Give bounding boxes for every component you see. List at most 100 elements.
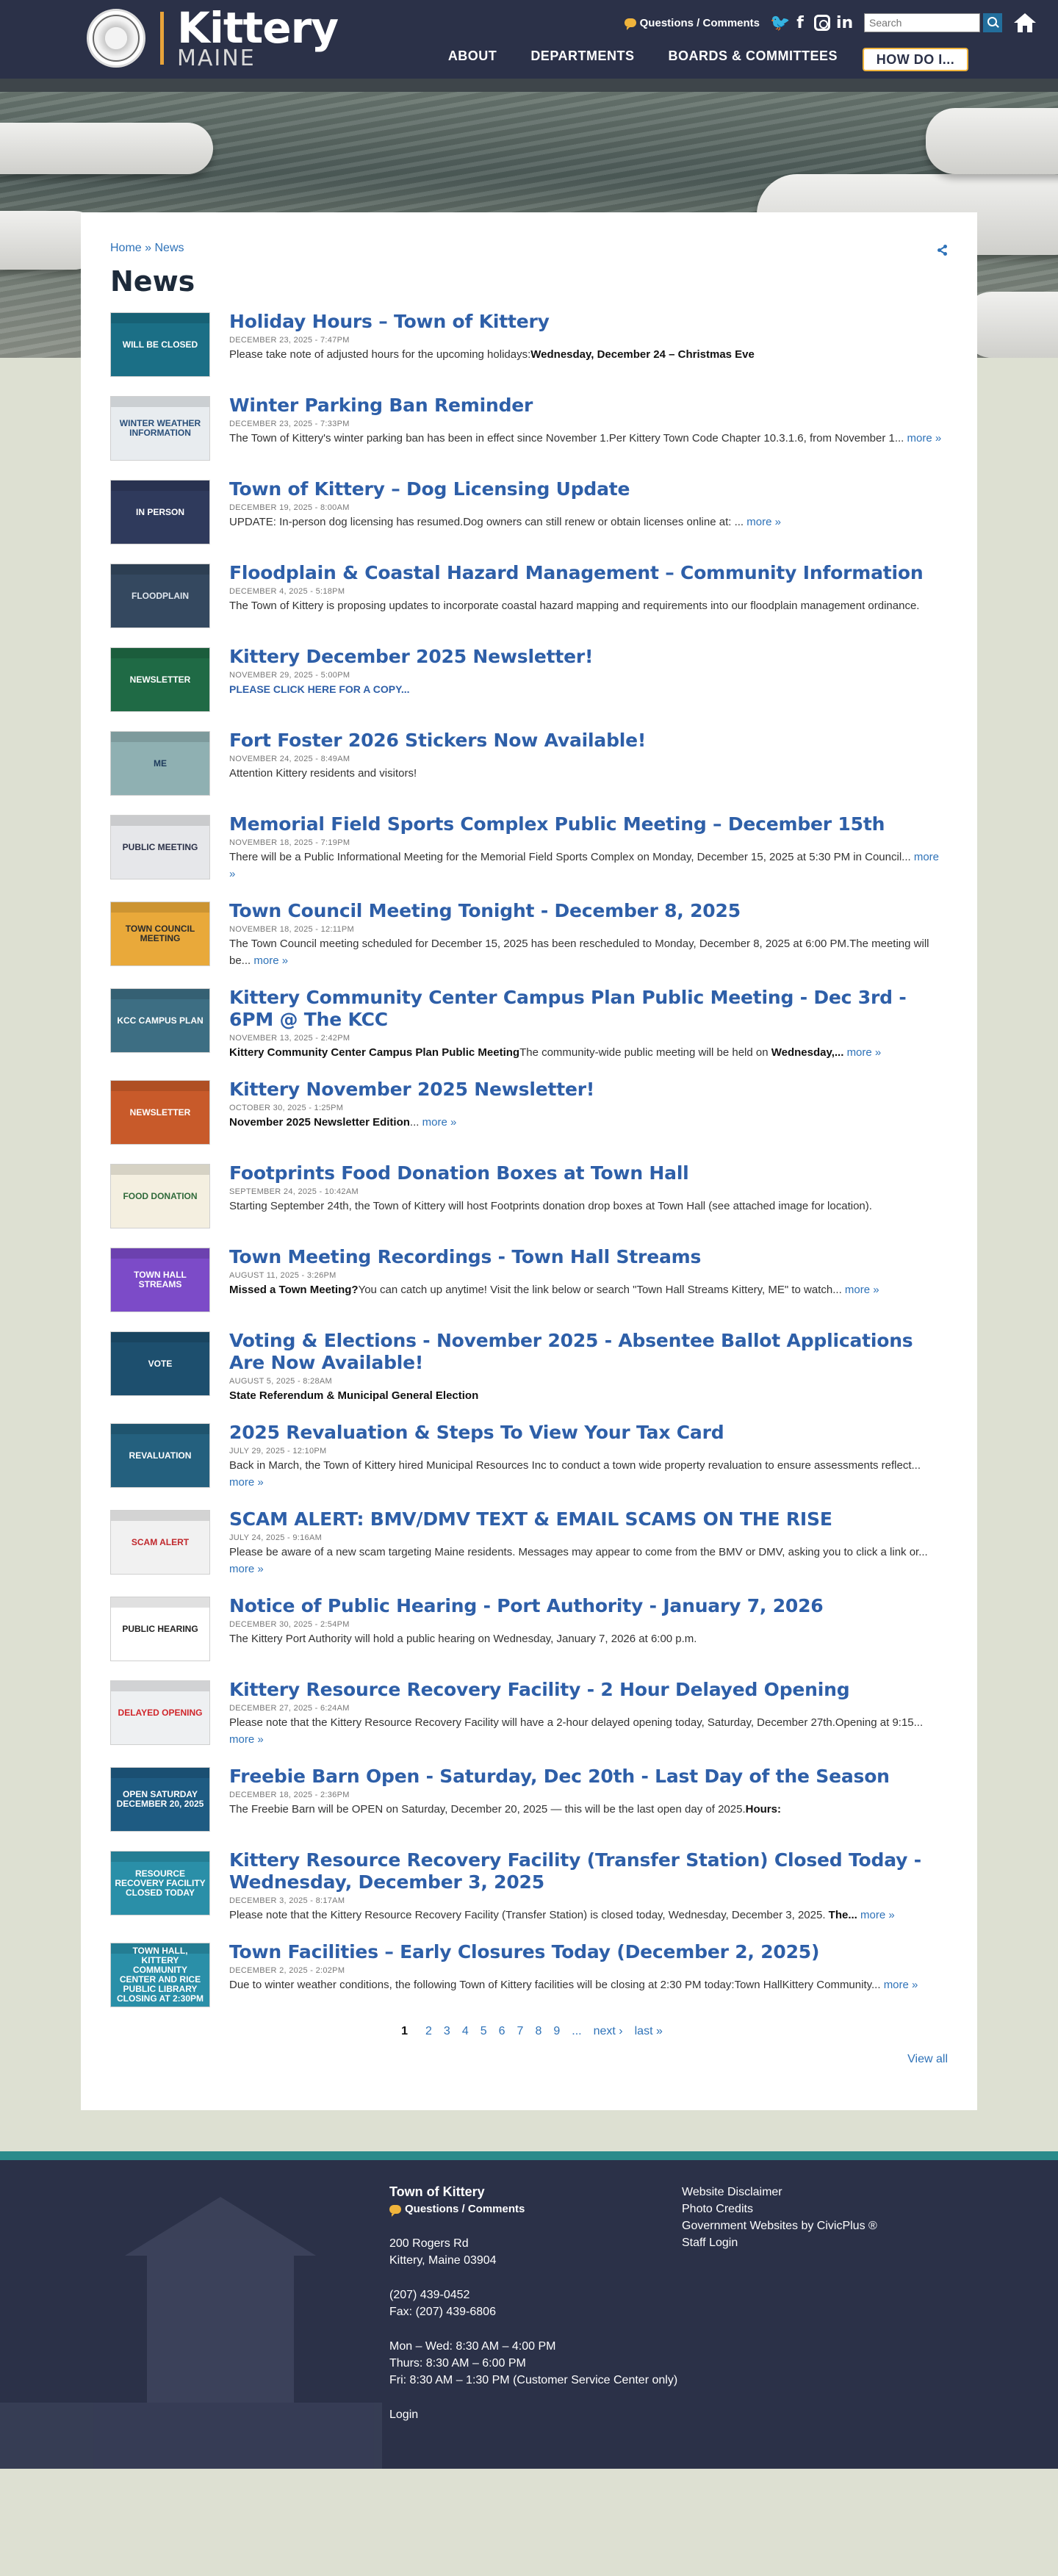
news-more-link[interactable]: more »	[229, 1476, 264, 1489]
news-summary: PLEASE CLICK HERE FOR A COPY...	[229, 681, 948, 698]
search-button[interactable]	[983, 13, 1002, 32]
news-summary: Please note that the Kittery Resource Re…	[229, 1907, 948, 1924]
nav-departments[interactable]: DEPARTMENTS	[530, 48, 634, 64]
facebook-icon[interactable]: f	[792, 14, 808, 32]
news-thumbnail[interactable]: NEWSLETTER	[110, 647, 210, 712]
news-title-link[interactable]: Town Council Meeting Tonight - December …	[229, 900, 948, 922]
news-thumbnail-label: FOOD DONATION	[123, 1190, 198, 1201]
page-link[interactable]: 3	[444, 2025, 450, 2037]
footer-login-link[interactable]: Login	[389, 2408, 418, 2421]
news-thumbnail[interactable]: VOTE	[110, 1331, 210, 1396]
news-title-link[interactable]: Footprints Food Donation Boxes at Town H…	[229, 1162, 948, 1184]
news-more-link[interactable]: more »	[847, 1046, 882, 1059]
news-more-link[interactable]: more »	[229, 1563, 264, 1575]
home-icon[interactable]	[1014, 13, 1036, 32]
footer-link-civicplus[interactable]: Government Websites by CivicPlus ®	[682, 2217, 877, 2234]
news-title-link[interactable]: Town Meeting Recordings - Town Hall Stre…	[229, 1246, 948, 1268]
how-do-i-button[interactable]: HOW DO I...	[863, 48, 968, 71]
news-title-link[interactable]: Town Facilities – Early Closures Today (…	[229, 1941, 948, 1963]
site-logo[interactable]: Kittery MAINE	[87, 7, 339, 70]
pager-last-link[interactable]: last »	[635, 2025, 663, 2037]
news-title-link[interactable]: Voting & Elections - November 2025 - Abs…	[229, 1330, 948, 1374]
news-thumbnail[interactable]: TOWN HALL STREAMS	[110, 1248, 210, 1312]
news-more-link[interactable]: more »	[746, 516, 781, 528]
questions-comments-link[interactable]: Questions / Comments	[624, 17, 760, 30]
news-title-link[interactable]: Town of Kittery – Dog Licensing Update	[229, 478, 948, 500]
page-link[interactable]: 4	[462, 2025, 469, 2037]
news-title-link[interactable]: Fort Foster 2026 Stickers Now Available!	[229, 730, 948, 752]
page-link[interactable]: 9	[553, 2025, 560, 2037]
news-title-link[interactable]: Winter Parking Ban Reminder	[229, 395, 948, 417]
news-summary-text: Attention Kittery residents and visitors…	[229, 767, 417, 780]
news-cta-link[interactable]: PLEASE CLICK HERE FOR A COPY...	[229, 683, 410, 695]
page-link[interactable]: 8	[535, 2025, 541, 2037]
footer-link-photo-credits[interactable]: Photo Credits	[682, 2201, 877, 2217]
news-title-link[interactable]: Kittery November 2025 Newsletter!	[229, 1079, 948, 1101]
news-summary: There will be a Public Informational Mee…	[229, 849, 948, 882]
news-thumbnail-label: SCAM ALERT	[131, 1536, 190, 1547]
news-thumbnail[interactable]: RESOURCE RECOVERY FACILITY CLOSED TODAY	[110, 1851, 210, 1915]
share-icon[interactable]	[938, 245, 948, 256]
news-thumbnail[interactable]: WINTER WEATHER INFORMATION	[110, 396, 210, 461]
news-title-link[interactable]: Kittery December 2025 Newsletter!	[229, 646, 948, 668]
news-title-link[interactable]: Memorial Field Sports Complex Public Mee…	[229, 813, 948, 835]
page-link[interactable]: 5	[481, 2025, 487, 2037]
news-summary-bold: Missed a Town Meeting?	[229, 1284, 359, 1296]
news-thumbnail[interactable]: IN PERSON	[110, 480, 210, 544]
news-thumbnail[interactable]: TOWN HALL, KITTERY COMMUNITY CENTER AND …	[110, 1943, 210, 2007]
news-date: SEPTEMBER 24, 2025 - 10:42AM	[229, 1187, 359, 1196]
news-thumbnail[interactable]: FOOD DONATION	[110, 1164, 210, 1228]
twitter-icon[interactable]: 🐦	[770, 14, 790, 32]
news-more-link[interactable]: more »	[422, 1116, 457, 1129]
view-all-link[interactable]: View all	[907, 2053, 948, 2065]
news-item: RESOURCE RECOVERY FACILITY CLOSED TODAY K…	[110, 1849, 948, 1924]
nav-boards-committees[interactable]: BOARDS & COMMITTEES	[668, 48, 838, 64]
news-title-link[interactable]: Freebie Barn Open - Saturday, Dec 20th -…	[229, 1766, 948, 1788]
news-title-link[interactable]: Kittery Resource Recovery Facility (Tran…	[229, 1849, 948, 1893]
news-date: DECEMBER 23, 2025 - 7:47PM	[229, 336, 350, 345]
pager-next-link[interactable]: next ›	[594, 2025, 623, 2037]
page-link[interactable]: 2	[425, 2025, 432, 2037]
news-thumbnail[interactable]: REVALUATION	[110, 1423, 210, 1488]
news-more-link[interactable]: more »	[907, 432, 942, 445]
news-date: JULY 24, 2025 - 9:16AM	[229, 1533, 323, 1542]
search-input[interactable]	[864, 13, 980, 32]
footer-link-staff-login[interactable]: Staff Login	[682, 2234, 877, 2251]
news-thumbnail[interactable]: FLOODPLAIN	[110, 564, 210, 628]
news-title-link[interactable]: Kittery Community Center Campus Plan Pub…	[229, 987, 948, 1031]
news-thumbnail[interactable]: WILL BE CLOSED	[110, 312, 210, 377]
news-title-link[interactable]: 2025 Revaluation & Steps To View Your Ta…	[229, 1422, 948, 1444]
news-title-link[interactable]: Floodplain & Coastal Hazard Management –…	[229, 562, 948, 584]
linkedin-icon[interactable]: in	[836, 14, 853, 32]
footer-questions-link[interactable]: Questions / Comments	[389, 2201, 683, 2217]
news-thumbnail[interactable]: PUBLIC MEETING	[110, 815, 210, 879]
news-title-link[interactable]: SCAM ALERT: BMV/DMV TEXT & EMAIL SCAMS O…	[229, 1508, 948, 1530]
news-thumbnail[interactable]: NEWSLETTER	[110, 1080, 210, 1145]
news-more-link[interactable]: more »	[229, 1733, 264, 1746]
news-thumbnail[interactable]: SCAM ALERT	[110, 1510, 210, 1575]
news-title-link[interactable]: Holiday Hours – Town of Kittery	[229, 311, 948, 333]
news-thumbnail-label: WILL BE CLOSED	[122, 339, 198, 350]
news-thumbnail[interactable]: TOWN COUNCIL MEETING	[110, 902, 210, 966]
news-more-link[interactable]: more »	[253, 954, 288, 967]
news-more-link[interactable]: more »	[860, 1909, 895, 1921]
news-more-link[interactable]: more »	[845, 1284, 879, 1296]
breadcrumb-home[interactable]: Home	[110, 242, 142, 254]
news-date: DECEMBER 27, 2025 - 6:24AM	[229, 1704, 350, 1713]
page-link[interactable]: 7	[517, 2025, 524, 2037]
breadcrumb-current[interactable]: News	[155, 242, 184, 254]
news-title-link[interactable]: Notice of Public Hearing - Port Authorit…	[229, 1595, 948, 1617]
footer-link-disclaimer[interactable]: Website Disclaimer	[682, 2184, 877, 2201]
news-item: VOTE Voting & Elections - November 2025 -…	[110, 1330, 948, 1404]
news-thumbnail[interactable]: PUBLIC HEARING	[110, 1597, 210, 1661]
news-thumbnail[interactable]: OPEN SATURDAY DECEMBER 20, 2025	[110, 1767, 210, 1832]
news-thumbnail[interactable]: KCC CAMPUS PLAN	[110, 988, 210, 1053]
nav-about[interactable]: ABOUT	[448, 48, 497, 64]
news-thumbnail[interactable]: DELAYED OPENING	[110, 1680, 210, 1745]
instagram-icon[interactable]	[814, 15, 830, 31]
news-title-link[interactable]: Kittery Resource Recovery Facility - 2 H…	[229, 1679, 948, 1701]
page-link[interactable]: 6	[499, 2025, 505, 2037]
news-thumbnail[interactable]: ME	[110, 731, 210, 796]
footer-links: Website Disclaimer Photo Credits Governm…	[682, 2184, 877, 2251]
news-more-link[interactable]: more »	[884, 1979, 918, 1991]
